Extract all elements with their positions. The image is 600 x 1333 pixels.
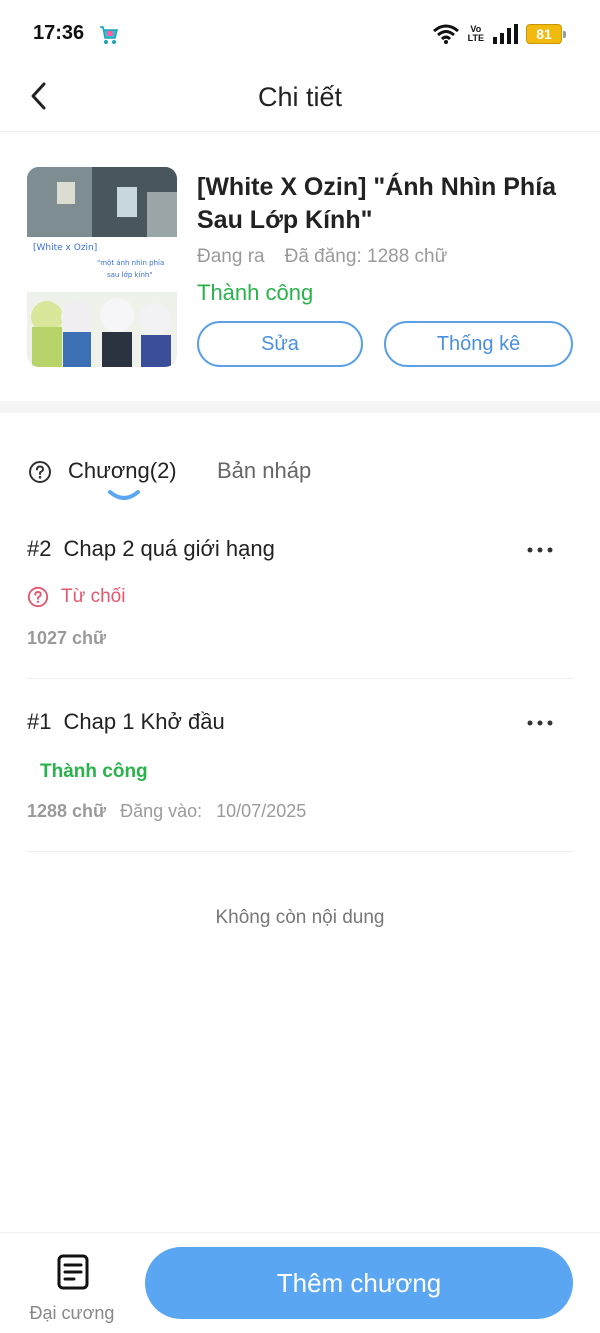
chapter-title: #1 Chap 1 Khở đầu — [27, 709, 225, 735]
book-cover-image[interactable]: [White x Ozin] "một ánh nhìn phía sau lớ… — [27, 167, 177, 367]
chapter-published-label: Đăng vào: — [120, 801, 203, 821]
chapter-published-date: 10/07/2025 — [216, 801, 307, 821]
battery-icon: 81 — [526, 24, 566, 44]
battery-level: 81 — [536, 26, 552, 42]
more-options-icon[interactable] — [525, 540, 555, 560]
chapter-name: Chap 2 quá giới hạng — [63, 536, 275, 561]
chapter-number: #2 — [27, 536, 52, 561]
question-circle-icon[interactable] — [27, 586, 49, 608]
book-title: [White X Ozin] "Ánh Nhìn Phía Sau Lớp Kí… — [197, 173, 557, 234]
edit-button[interactable]: Sửa — [197, 321, 363, 367]
book-meta: Đang ra Đã đăng: 1288 chữ — [197, 246, 447, 268]
chapter-item[interactable]: #1 Chap 1 Khở đầu Thành công 1288 chữ Đă… — [27, 683, 573, 852]
chapter-word-count: 1288 chữ — [27, 801, 107, 821]
status-bar: 17:36 Vo LTE 81 — [0, 0, 600, 66]
chapter-meta: 1027 chữ — [27, 628, 106, 649]
cover-caption-line2: sau lớp kính" — [107, 271, 153, 279]
app-header: Chi tiết — [0, 66, 600, 132]
cover-caption-title: [White x Ozin] — [33, 243, 97, 253]
page-title: Chi tiết — [257, 82, 343, 112]
question-circle-icon[interactable] — [28, 460, 52, 484]
chapter-number: #1 — [27, 709, 52, 734]
chapter-item[interactable]: #2 Chap 2 quá giới hạng Từ chối 1027 chữ — [27, 510, 573, 679]
volte-indicator: Vo LTE — [467, 24, 484, 43]
more-options-icon[interactable] — [525, 713, 555, 733]
book-status: Thành công — [197, 280, 314, 305]
wifi-icon — [432, 24, 459, 44]
end-of-list-note: Không còn nội dung — [215, 907, 385, 928]
book-summary-card: [White x Ozin] "một ánh nhìn phía sau lớ… — [0, 133, 600, 401]
chapter-meta: 1288 chữ Đăng vào: 10/07/2025 — [27, 801, 306, 822]
chapter-tabs: Chương(2) Bản nháp — [0, 440, 600, 510]
chapter-status-label: Thành công — [40, 761, 148, 782]
book-state: Đang ra — [197, 246, 265, 267]
bottom-action-bar: Đại cương Thêm chương — [0, 1232, 600, 1333]
status-indicators: Vo LTE 81 — [432, 22, 566, 46]
chapter-status: Từ chối — [27, 586, 125, 608]
signal-icon — [493, 24, 518, 44]
tab-drafts[interactable]: Bản nháp — [217, 458, 311, 484]
chapter-word-count: 1027 chữ — [27, 628, 107, 648]
status-time: 17:36 — [33, 22, 85, 44]
book-word-count: Đã đăng: 1288 chữ — [284, 246, 448, 267]
add-chapter-button[interactable]: Thêm chương — [145, 1247, 573, 1319]
shopping-cart-icon — [100, 26, 118, 44]
document-list-icon — [57, 1254, 89, 1290]
chapter-title: #2 Chap 2 quá giới hạng — [27, 536, 275, 562]
chapter-name: Chap 1 Khở đầu — [63, 709, 225, 734]
chapter-status-label: Từ chối — [61, 586, 126, 607]
statistics-button[interactable]: Thống kê — [384, 321, 573, 367]
cover-caption-line1: "một ánh nhìn phía — [97, 259, 164, 267]
tab-chapters[interactable]: Chương(2) — [68, 458, 177, 484]
outline-button[interactable]: Đại cương — [20, 1247, 124, 1327]
outline-label: Đại cương — [29, 1303, 115, 1323]
active-tab-indicator — [108, 490, 140, 500]
section-divider — [0, 401, 600, 413]
